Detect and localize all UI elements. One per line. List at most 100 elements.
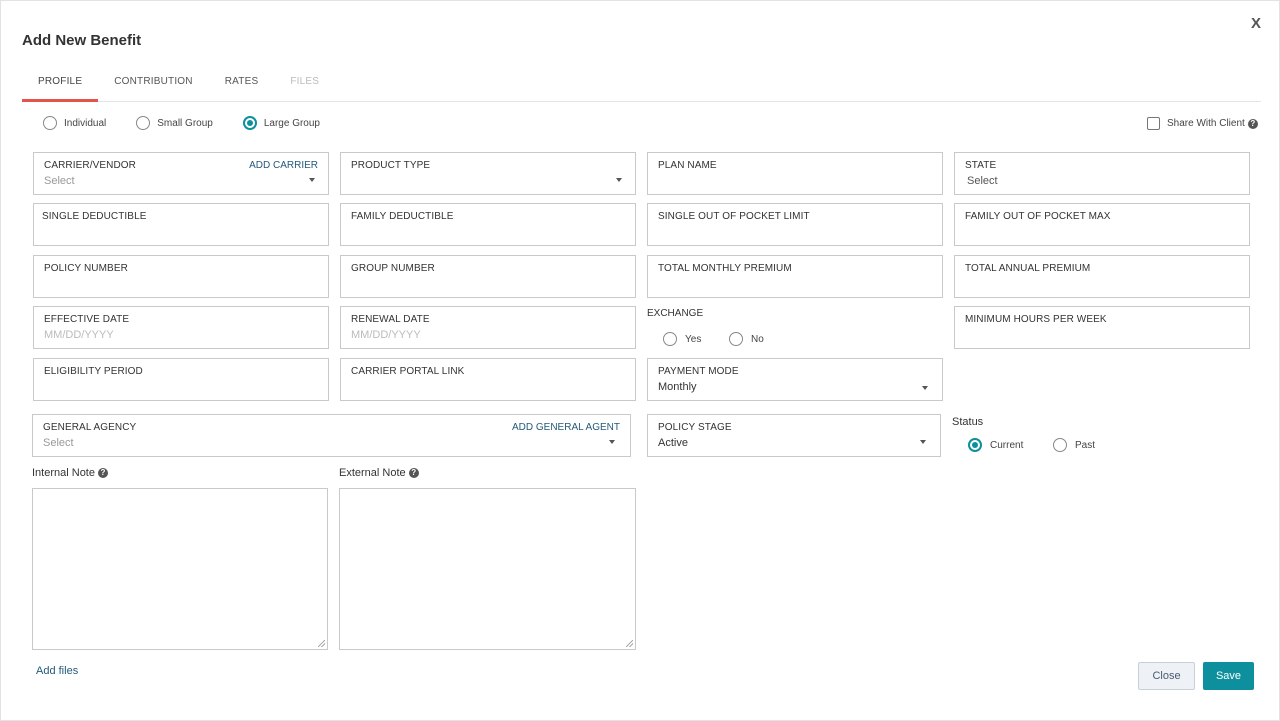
radio-label: Past xyxy=(1075,439,1096,451)
field-placeholder: Select xyxy=(44,175,75,187)
policy-number-field[interactable]: POLICY NUMBER xyxy=(33,255,329,298)
chevron-down-icon xyxy=(609,440,615,444)
minimum-hours-field[interactable]: MINIMUM HOURS PER WEEK xyxy=(954,306,1250,349)
radio-unselected-icon xyxy=(663,332,677,346)
product-type-select[interactable]: PRODUCT TYPE xyxy=(340,152,636,195)
effective-date-field[interactable]: EFFECTIVE DATE MM/DD/YYYY xyxy=(33,306,329,349)
field-value: Monthly xyxy=(658,381,697,393)
radio-unselected-icon xyxy=(1053,438,1067,452)
radio-label: Large Group xyxy=(263,117,320,129)
resize-grip-icon[interactable] xyxy=(318,640,325,647)
state-select[interactable]: STATE Select xyxy=(954,152,1250,195)
resize-grip-icon[interactable] xyxy=(626,640,633,647)
share-with-client-label: Share With Client xyxy=(1167,118,1245,129)
save-button[interactable]: Save xyxy=(1203,662,1254,690)
radio-individual[interactable]: Individual xyxy=(43,116,106,130)
add-benefit-dialog: X Add New Benefit PROFILE CONTRIBUTION R… xyxy=(0,0,1280,721)
radio-unselected-icon xyxy=(136,116,151,130)
field-placeholder: Select xyxy=(43,437,74,449)
radio-label: Yes xyxy=(685,333,702,345)
field-label: STATE xyxy=(965,160,997,171)
field-label: TOTAL MONTHLY PREMIUM xyxy=(658,263,792,274)
renewal-date-field[interactable]: RENEWAL DATE MM/DD/YYYY xyxy=(340,306,636,349)
close-icon[interactable]: X xyxy=(1251,15,1261,32)
radio-unselected-icon xyxy=(43,116,57,130)
internal-note-text: Internal Note xyxy=(32,467,95,479)
family-deductible-field[interactable]: FAMILY DEDUCTIBLE xyxy=(340,203,636,246)
carrier-portal-link-field[interactable]: CARRIER PORTAL LINK xyxy=(340,358,636,401)
add-carrier-link[interactable]: ADD CARRIER xyxy=(249,160,318,171)
group-type-radio-group: Individual Small Group Large Group xyxy=(43,116,350,130)
family-oop-max-field[interactable]: FAMILY OUT OF POCKET MAX xyxy=(954,203,1250,246)
share-with-client-toggle[interactable]: Share With Client ? xyxy=(1147,117,1258,130)
help-icon[interactable]: ? xyxy=(408,468,419,478)
radio-unselected-icon xyxy=(729,332,743,346)
general-agency-select[interactable]: GENERAL AGENCY ADD GENERAL AGENT Select xyxy=(32,414,631,457)
field-label: TOTAL ANNUAL PREMIUM xyxy=(965,263,1091,274)
radio-exchange-yes[interactable]: Yes xyxy=(663,332,701,346)
radio-small-group[interactable]: Small Group xyxy=(136,116,213,130)
chevron-down-icon xyxy=(309,178,315,182)
field-label: POLICY STAGE xyxy=(658,422,732,433)
eligibility-period-field[interactable]: ELIGIBILITY PERIOD xyxy=(33,358,329,401)
help-icon[interactable]: ? xyxy=(97,468,108,478)
field-label: CARRIER/VENDOR xyxy=(44,160,136,171)
radio-label: Individual xyxy=(64,117,107,129)
tab-bar: PROFILE CONTRIBUTION RATES FILES xyxy=(22,65,1261,102)
dialog-title: Add New Benefit xyxy=(22,32,142,49)
chevron-down-icon xyxy=(920,440,926,444)
field-label: POLICY NUMBER xyxy=(44,263,128,274)
add-general-agent-link[interactable]: ADD GENERAL AGENT xyxy=(512,422,620,433)
field-placeholder: MM/DD/YYYY xyxy=(351,329,421,341)
external-note-label: External Note ? xyxy=(339,467,419,479)
field-value: Active xyxy=(658,437,688,449)
radio-selected-icon xyxy=(968,438,982,452)
radio-label: Small Group xyxy=(157,117,213,129)
exchange-label: EXCHANGE xyxy=(647,308,704,319)
carrier-vendor-select[interactable]: CARRIER/VENDOR ADD CARRIER Select xyxy=(33,152,329,195)
field-placeholder: MM/DD/YYYY xyxy=(44,329,114,341)
help-icon[interactable]: ? xyxy=(1247,118,1258,129)
field-label: SINGLE OUT OF POCKET LIMIT xyxy=(658,211,810,222)
tab-rates[interactable]: RATES xyxy=(209,65,275,102)
payment-mode-select[interactable]: PAYMENT MODE Monthly xyxy=(647,358,943,401)
field-label: PRODUCT TYPE xyxy=(351,160,431,171)
internal-note-label: Internal Note ? xyxy=(32,467,108,479)
internal-note-textarea[interactable] xyxy=(32,488,328,650)
field-label: ELIGIBILITY PERIOD xyxy=(44,366,143,377)
radio-selected-icon xyxy=(242,116,257,130)
plan-name-field[interactable]: PLAN NAME xyxy=(647,152,943,195)
chevron-down-icon xyxy=(616,178,622,182)
field-placeholder: Select xyxy=(967,175,998,187)
field-label: PLAN NAME xyxy=(658,160,717,171)
add-files-link[interactable]: Add files xyxy=(36,665,78,677)
field-label: FAMILY DEDUCTIBLE xyxy=(351,211,454,222)
total-monthly-premium-field[interactable]: TOTAL MONTHLY PREMIUM xyxy=(647,255,943,298)
field-label: RENEWAL DATE xyxy=(351,314,430,325)
group-number-field[interactable]: GROUP NUMBER xyxy=(340,255,636,298)
radio-status-current[interactable]: Current xyxy=(968,438,1023,452)
chevron-down-icon xyxy=(922,386,928,390)
tab-files: FILES xyxy=(290,76,320,87)
tab-contribution[interactable]: CONTRIBUTION xyxy=(98,65,209,102)
field-label: FAMILY OUT OF POCKET MAX xyxy=(965,211,1111,222)
policy-stage-select[interactable]: POLICY STAGE Active xyxy=(647,414,941,457)
external-note-text: External Note xyxy=(339,467,406,479)
radio-label: Current xyxy=(990,439,1024,451)
field-label: GROUP NUMBER xyxy=(351,263,435,274)
radio-large-group[interactable]: Large Group xyxy=(242,116,320,130)
radio-exchange-no[interactable]: No xyxy=(729,332,764,346)
external-note-textarea[interactable] xyxy=(339,488,636,650)
share-with-client-checkbox[interactable] xyxy=(1147,117,1160,130)
single-deductible-field[interactable]: SINGLE DEDUCTIBLE xyxy=(33,203,329,246)
total-annual-premium-field[interactable]: TOTAL ANNUAL PREMIUM xyxy=(954,255,1250,298)
field-label: EFFECTIVE DATE xyxy=(44,314,130,325)
field-label: GENERAL AGENCY xyxy=(43,422,137,433)
single-oop-limit-field[interactable]: SINGLE OUT OF POCKET LIMIT xyxy=(647,203,943,246)
close-button[interactable]: Close xyxy=(1138,662,1195,690)
radio-status-past[interactable]: Past xyxy=(1053,438,1095,452)
tab-profile[interactable]: PROFILE xyxy=(22,65,99,102)
field-label: PAYMENT MODE xyxy=(658,366,739,377)
radio-label: No xyxy=(751,333,764,345)
field-label: SINGLE DEDUCTIBLE xyxy=(42,211,147,222)
